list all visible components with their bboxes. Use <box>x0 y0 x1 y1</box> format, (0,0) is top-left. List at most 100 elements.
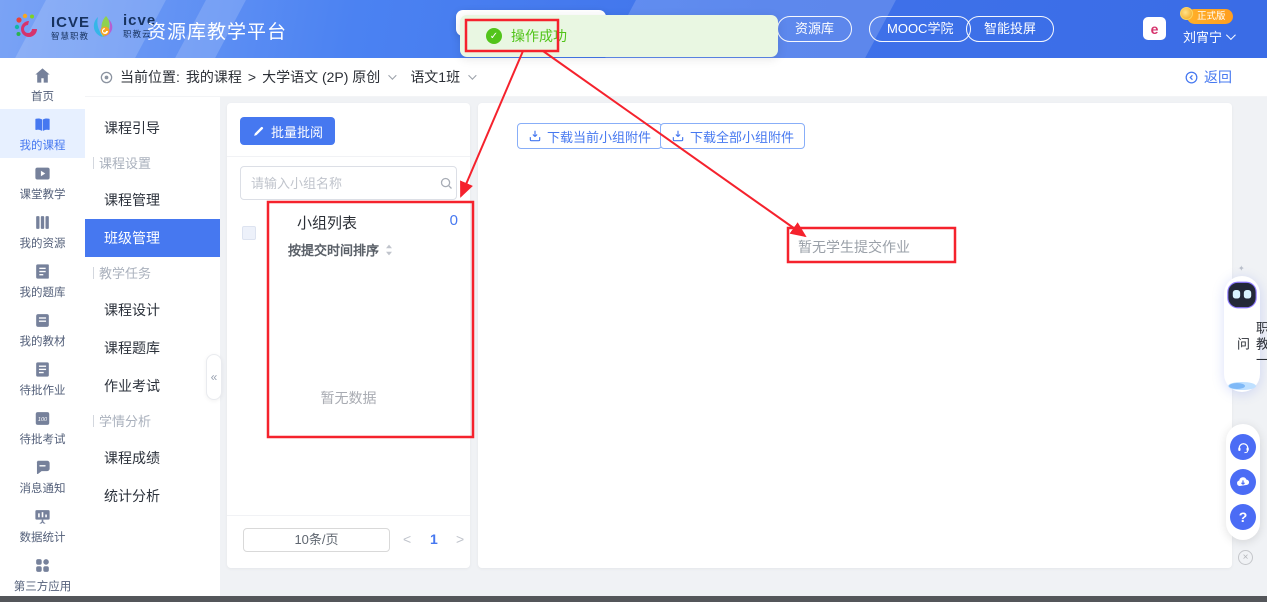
bottom-edge-bar <box>0 596 1267 602</box>
location-icon <box>99 70 114 85</box>
nav-mooc-academy[interactable]: MOOC学院 <box>869 16 971 42</box>
download-current-label: 下载当前小组附件 <box>547 127 651 146</box>
pagination-next[interactable]: > <box>456 531 464 547</box>
menu-item-course-question-bank[interactable]: 课程题库 <box>85 329 220 367</box>
page-title: 资源库教学平台 <box>147 17 287 44</box>
breadcrumb: 当前位置: 我的课程 > 大学语文 (2P) 原创 语文1班 返回 <box>85 58 1267 97</box>
assistant-label: 职教一问 <box>1235 314 1267 376</box>
course-menu: 课程引导 课程设置 课程管理 班级管理 教学任务 课程设计 课程题库 作业考试 … <box>85 97 220 602</box>
select-all-checkbox[interactable] <box>242 226 256 240</box>
menu-item-course-management[interactable]: 课程管理 <box>85 181 220 219</box>
medal-icon <box>1180 7 1193 20</box>
sidebar-item-label: 待批考试 <box>20 431 66 447</box>
sidebar-item-pending-homework[interactable]: 待批作业 <box>0 354 85 403</box>
section-marker <box>93 267 94 279</box>
sort-arrows-icon <box>384 244 394 256</box>
sidebar-item-label: 课堂教学 <box>20 186 66 202</box>
video-play-icon <box>33 164 52 183</box>
divider <box>227 515 470 516</box>
user-menu[interactable]: 刘宵宁 <box>1183 27 1233 46</box>
group-count: 0 <box>450 212 458 229</box>
breadcrumb-course-select[interactable]: 大学语文 (2P) 原创 <box>262 67 380 87</box>
group-empty-state: 暂无数据 <box>227 388 470 408</box>
sidebar-item-label: 我的课程 <box>20 137 66 153</box>
help-button[interactable]: ? <box>1230 504 1256 530</box>
sidebar-item-home[interactable]: 首页 <box>0 60 85 109</box>
menu-item-statistical-analysis[interactable]: 统计分析 <box>85 477 220 515</box>
assistant-widget[interactable]: 职教一问 <box>1224 276 1260 392</box>
logo1-title: ICVE <box>51 15 90 30</box>
sidebar-item-third-party-apps[interactable]: 第三方应用 <box>0 550 85 599</box>
batch-review-button[interactable]: 批量批阅 <box>240 117 335 145</box>
menu-item-course-design[interactable]: 课程设计 <box>85 291 220 329</box>
group-search-input[interactable] <box>241 176 437 191</box>
nav-smart-screen[interactable]: 智能投屏 <box>966 16 1054 42</box>
cloud-download-button[interactable] <box>1230 469 1256 495</box>
sparkle-decoration: ✦ <box>1238 264 1245 273</box>
sidebar-item-label: 第三方应用 <box>14 578 72 594</box>
divider <box>227 156 470 157</box>
download-current-group-button[interactable]: 下载当前小组附件 <box>517 123 662 149</box>
close-toolbar-icon[interactable]: × <box>1238 550 1253 565</box>
svg-text:100: 100 <box>38 416 48 422</box>
success-toast: ✓ 操作成功 <box>460 15 778 57</box>
breadcrumb-root[interactable]: 我的课程 <box>186 67 242 87</box>
textbook-icon <box>33 311 52 330</box>
sidebar-item-label: 我的教材 <box>20 333 66 349</box>
primary-sidebar: 首页 我的课程 课堂教学 我的资源 我的题库 我的教材 待批作业 100 待批考… <box>0 58 85 602</box>
home-icon <box>33 66 52 85</box>
chevron-down-icon <box>1226 30 1236 40</box>
download-icon <box>528 129 542 143</box>
breadcrumb-class-select[interactable]: 语文1班 <box>410 67 460 87</box>
menu-item-homework-exams[interactable]: 作业考试 <box>85 367 220 405</box>
section-marker <box>93 415 94 427</box>
headset-icon <box>1236 440 1251 455</box>
menu-collapse-handle[interactable]: « <box>206 354 222 400</box>
menu-item-course-grades[interactable]: 课程成绩 <box>85 439 220 477</box>
chevron-down-icon <box>468 71 476 79</box>
sidebar-item-messages[interactable]: 消息通知 <box>0 452 85 501</box>
sidebar-item-classroom-teaching[interactable]: 课堂教学 <box>0 158 85 207</box>
sort-by-submit-time[interactable]: 按提交时间排序 <box>288 240 394 259</box>
icve-zhihuizhijiao-logo: ICVE 智慧职教 <box>12 11 90 45</box>
sidebar-item-my-textbooks[interactable]: 我的教材 <box>0 305 85 354</box>
sidebar-item-label: 首页 <box>31 88 54 104</box>
license-badge: 正式版 <box>1187 9 1233 24</box>
sidebar-item-my-resources[interactable]: 我的资源 <box>0 207 85 256</box>
sidebar-item-label: 我的题库 <box>20 284 66 300</box>
customer-service-button[interactable] <box>1230 434 1256 460</box>
statistics-board-icon <box>33 507 52 526</box>
apps-grid-icon <box>33 556 52 575</box>
sidebar-item-label: 数据统计 <box>20 529 66 545</box>
assignment-list-icon <box>33 360 52 379</box>
search-icon[interactable] <box>437 176 456 191</box>
question-bank-icon <box>33 262 52 281</box>
icve-zhijiaoyun-logo: icve 职教云 <box>88 11 156 41</box>
pagination-current-page[interactable]: 1 <box>430 531 438 547</box>
app-shortcut-icon[interactable]: e <box>1143 17 1166 40</box>
nav-resource-library[interactable]: 资源库 <box>777 16 852 42</box>
books-icon <box>33 213 52 232</box>
menu-item-course-guide[interactable]: 课程引导 <box>85 109 220 147</box>
pencil-icon <box>252 125 265 138</box>
menu-section-teaching-tasks: 教学任务 <box>85 257 220 291</box>
success-check-icon: ✓ <box>486 28 502 44</box>
group-list-panel: 批量批阅 小组列表 0 按提交时间排序 暂无数据 10条/页 < 1 > <box>227 103 470 568</box>
icve-swirl-icon <box>12 11 46 45</box>
breadcrumb-separator: > <box>248 69 256 85</box>
robot-icon <box>1225 279 1259 311</box>
toast-message: 操作成功 <box>511 26 567 46</box>
back-button[interactable]: 返回 <box>1184 67 1232 87</box>
back-label: 返回 <box>1204 67 1232 87</box>
cloud-download-icon <box>1235 474 1251 490</box>
breadcrumb-prefix: 当前位置: <box>120 67 180 87</box>
sidebar-item-my-courses[interactable]: 我的课程 <box>0 109 85 158</box>
sidebar-item-my-question-bank[interactable]: 我的题库 <box>0 256 85 305</box>
sidebar-item-pending-exams[interactable]: 100 待批考试 <box>0 403 85 452</box>
pagination-prev[interactable]: < <box>403 531 411 547</box>
download-all-groups-button[interactable]: 下载全部小组附件 <box>660 123 805 149</box>
floating-toolbar: ? <box>1226 424 1260 540</box>
sidebar-item-data-statistics[interactable]: 数据统计 <box>0 501 85 550</box>
page-size-select[interactable]: 10条/页 <box>243 528 390 552</box>
menu-item-class-management[interactable]: 班级管理 <box>85 219 220 257</box>
